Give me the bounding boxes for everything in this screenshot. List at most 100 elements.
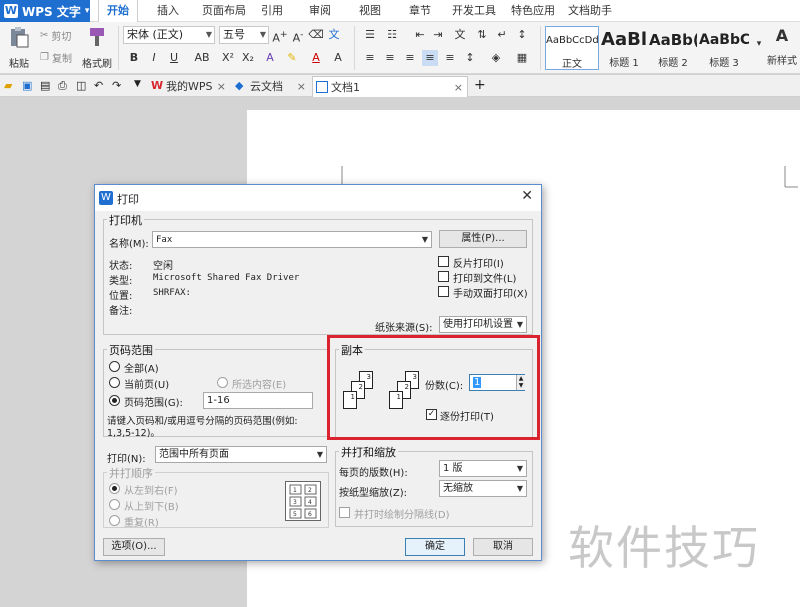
underline-button[interactable]: U — [166, 50, 182, 66]
scale-select[interactable]: 无缩放 ▼ — [439, 480, 527, 497]
align-center-icon[interactable]: ≡ — [382, 50, 398, 66]
line-spacing-icon[interactable]: ↕ — [514, 27, 530, 43]
wps-logo-icon: W — [151, 79, 164, 92]
pages-per-sheet-value: 1 版 — [443, 463, 463, 474]
print-to-file-checkbox[interactable] — [438, 271, 449, 282]
redo-icon[interactable]: ↷ — [112, 79, 126, 93]
order-repeat-radio[interactable] — [109, 515, 120, 526]
highlight-icon[interactable]: ✎ — [284, 50, 300, 66]
tab-page-layout[interactable]: 页面布局 — [196, 0, 252, 22]
pages-per-sheet-select[interactable]: 1 版 ▼ — [439, 460, 527, 477]
save-icon[interactable]: ▣ — [22, 79, 36, 93]
paste-button[interactable]: 粘贴 — [4, 26, 34, 70]
chevron-down-icon[interactable]: ▼ — [134, 79, 148, 93]
tab-references[interactable]: 引用 — [254, 0, 290, 22]
increase-indent-icon[interactable]: ⇥ — [430, 27, 446, 43]
italic-button[interactable]: I — [146, 50, 162, 66]
copies-spinner[interactable]: ▲ ▼ — [516, 375, 525, 390]
superscript-button[interactable]: X² — [220, 50, 236, 66]
print-what-select[interactable]: 范围中所有页面 ▼ — [155, 446, 327, 463]
bold-button[interactable]: B — [126, 50, 142, 66]
reverse-print-checkbox[interactable] — [438, 256, 449, 267]
printer-name-select[interactable]: Fax ▼ — [152, 231, 432, 248]
tab-my-wps[interactable]: W 我的WPS × — [148, 76, 230, 97]
range-pages-radio[interactable] — [109, 395, 120, 406]
align-left-icon[interactable]: ≡ — [362, 50, 378, 66]
cancel-button[interactable]: 取消 — [473, 538, 533, 556]
tab-chapter[interactable]: 章节 — [402, 0, 438, 22]
style-normal[interactable]: AaBbCcDd 正文 — [545, 26, 599, 70]
order-ltr-radio[interactable] — [109, 483, 120, 494]
range-selection-label: 所选内容(E) — [232, 380, 287, 391]
clear-format-icon[interactable]: ⌫ — [308, 27, 324, 43]
order-ttb-radio[interactable] — [109, 499, 120, 510]
paper-source-select[interactable]: 使用打印机设置 ▼ — [439, 316, 527, 333]
close-icon[interactable]: × — [454, 77, 463, 98]
close-icon[interactable]: ✕ — [521, 188, 533, 204]
sort-icon[interactable]: ⇅ — [474, 27, 490, 43]
tab-review[interactable]: 审阅 — [302, 0, 338, 22]
shrink-font-button[interactable]: A- — [290, 27, 306, 45]
range-current-radio[interactable] — [109, 377, 120, 388]
tab-developer[interactable]: 开发工具 — [446, 0, 502, 22]
style-heading-3[interactable]: AaBbC 标题 3 — [699, 26, 749, 70]
options-button[interactable]: 选项(O)... — [103, 538, 165, 556]
chevron-down-icon: ▾ — [84, 6, 90, 16]
collate-checkbox[interactable]: ✓ — [426, 409, 437, 420]
char-border-icon[interactable]: A — [330, 50, 346, 66]
bullets-icon[interactable]: ☰ — [362, 27, 378, 43]
tab-doc-assistant[interactable]: 文档助手 — [562, 0, 618, 22]
numbering-icon[interactable]: ☷ — [384, 27, 400, 43]
range-all-radio[interactable] — [109, 361, 120, 372]
style-heading-1[interactable]: AaBl 标题 1 — [601, 26, 647, 70]
undo-icon[interactable]: ↶ — [94, 79, 108, 93]
page-range-hint-example: 1,3,5-12)。 — [107, 428, 160, 439]
format-painter-button[interactable]: 格式刷 — [80, 26, 114, 70]
svg-text:3: 3 — [293, 499, 297, 506]
manual-duplex-checkbox[interactable] — [438, 286, 449, 297]
close-icon[interactable]: × — [217, 76, 226, 97]
close-icon[interactable]: × — [297, 76, 306, 97]
tab-cloud-docs[interactable]: ◆ 云文档 × — [232, 76, 310, 97]
grow-font-button[interactable]: A+ — [272, 27, 288, 45]
justify-icon[interactable]: ≡ — [422, 50, 438, 66]
align-right-icon[interactable]: ≡ — [402, 50, 418, 66]
text-effect-icon[interactable]: A — [262, 50, 278, 66]
strikethrough-button[interactable]: AB — [190, 50, 214, 66]
subscript-button[interactable]: X₂ — [240, 50, 256, 66]
app-name: WPS 文字 — [22, 4, 81, 19]
line-spacing-menu-icon[interactable]: ↕ — [462, 50, 478, 66]
properties-button[interactable]: 属性(P)... — [439, 230, 527, 248]
shading-icon[interactable]: ◈ — [488, 50, 504, 66]
show-marks-icon[interactable]: ↵ — [494, 27, 510, 43]
page-range-input[interactable]: 1-16 — [203, 392, 313, 409]
open-icon[interactable]: ▰ — [4, 79, 18, 93]
print-icon[interactable]: ⎙ — [58, 79, 72, 93]
app-menu-button[interactable]: W WPS 文字 ▾ — [0, 0, 90, 22]
phonetic-icon[interactable]: 文 — [326, 27, 342, 43]
style-label: 正文 — [562, 59, 582, 70]
tab-view[interactable]: 视图 — [352, 0, 388, 22]
distribute-icon[interactable]: ≡ — [442, 50, 458, 66]
copy-button[interactable]: ❐ 复制 — [40, 50, 72, 65]
draw-borders-checkbox[interactable] — [339, 507, 350, 518]
tab-features[interactable]: 特色应用 — [505, 0, 561, 22]
tab-insert[interactable]: 插入 — [148, 0, 188, 22]
export-pdf-icon[interactable]: ▤ — [40, 79, 54, 93]
font-name-select[interactable]: 宋体 (正文) ▼ — [123, 26, 215, 44]
tab-home[interactable]: 开始 — [98, 0, 138, 22]
preview-icon[interactable]: ◫ — [76, 79, 90, 93]
font-size-select[interactable]: 五号 ▼ — [219, 26, 269, 44]
font-color-icon[interactable]: A — [308, 50, 324, 66]
cut-button[interactable]: ✂ 剪切 — [40, 28, 71, 43]
style-heading-2[interactable]: AaBb( 标题 2 — [649, 26, 697, 70]
new-style-button[interactable]: A 新样式 — [764, 26, 800, 67]
chinese-layout-icon[interactable]: 文 — [452, 27, 468, 43]
new-tab-plus-icon[interactable]: + — [474, 78, 488, 93]
ok-button[interactable]: 确定 — [405, 538, 465, 556]
borders-icon[interactable]: ▦ — [514, 50, 530, 66]
tab-document1[interactable]: 文档1 × — [312, 76, 468, 97]
decrease-indent-icon[interactable]: ⇤ — [412, 27, 428, 43]
range-selection-radio[interactable] — [217, 377, 228, 388]
dialog-title-bar[interactable]: W 打印 ✕ — [95, 185, 541, 211]
